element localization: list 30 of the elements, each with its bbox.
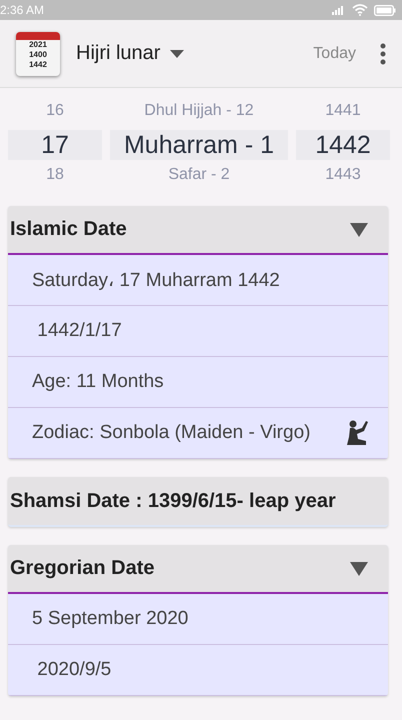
wifi-icon [352, 4, 368, 16]
date-text: 5 September 2020 [32, 608, 188, 630]
shamsi-date-text: Shamsi Date : 1399/6/15- leap year [10, 490, 336, 512]
section-title: Islamic Date [10, 218, 127, 241]
status-time: 2:36 AM [0, 3, 44, 17]
picker-option[interactable]: 16 [8, 102, 102, 130]
date-text: Age: 11 Months [32, 371, 164, 393]
picker-selected-value[interactable]: 17 [8, 130, 102, 160]
section-header[interactable]: Islamic Date [8, 206, 388, 255]
picker-option[interactable]: Safar - 2 [110, 166, 288, 194]
picker-option[interactable]: 1443 [296, 166, 390, 194]
date-text: 1442/1/17 [36, 320, 122, 342]
date-text: 2020/9/5 [36, 659, 112, 681]
picker-option[interactable]: 1441 [296, 102, 390, 130]
caret-icon [170, 50, 184, 58]
today-button[interactable]: Today [313, 44, 356, 62]
picker-option[interactable]: Dhul Hijjah - 12 [110, 102, 288, 130]
calendar-icon: 2021 1400 1442 [16, 32, 60, 76]
signal-icon [332, 5, 346, 15]
picker-selected-value[interactable]: Muharram - 1 [110, 130, 288, 160]
seated-figure-icon [344, 419, 370, 447]
picker-option[interactable]: 18 [8, 166, 102, 194]
date-text: Saturday، 17 Muharram 1442 [32, 269, 280, 292]
date-text: Zodiac: Sonbola (Maiden - Virgo) [32, 422, 310, 444]
more-options-icon[interactable] [380, 42, 386, 64]
picker-selected-value[interactable]: 1442 [296, 130, 390, 160]
section-title: Gregorian Date [10, 557, 154, 580]
calendar-type-dropdown[interactable]: Hijri lunar [76, 42, 184, 65]
section-header[interactable]: Gregorian Date [8, 545, 388, 594]
battery-icon [374, 4, 396, 16]
